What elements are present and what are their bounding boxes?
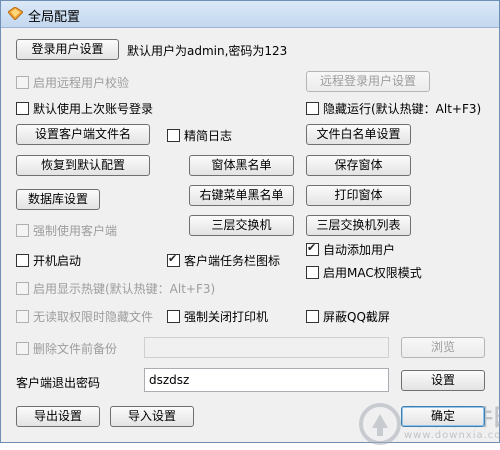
checkbox-label: 启用远程用户校验 bbox=[33, 75, 130, 90]
client-taskbar-icon-checkbox[interactable]: ✔ 客户端任务栏图标 bbox=[167, 252, 280, 268]
client-area: 登录用户设置 默认用户为admin,密码为123 启用远程用户校验 远程登录用户… bbox=[3, 28, 500, 445]
watermark-domain: www.downxia.com bbox=[404, 430, 500, 441]
layer3-switch-button[interactable]: 三层交换机 bbox=[189, 215, 294, 236]
checkbox-box bbox=[16, 309, 29, 323]
checkbox-label: 默认使用上次账号登录 bbox=[33, 101, 154, 116]
checkbox-label: 精简日志 bbox=[184, 128, 233, 143]
checkbox-label: 客户端任务栏图标 bbox=[184, 253, 281, 268]
default-user-info: 默认用户为admin,密码为123 bbox=[127, 44, 288, 58]
simplified-log-checkbox[interactable]: 精简日志 bbox=[167, 127, 232, 143]
check-mark-icon: ✔ bbox=[307, 240, 317, 254]
layer3-switch-list-button[interactable]: 三层交换机列表 bbox=[306, 215, 411, 236]
checkbox-box bbox=[16, 101, 29, 115]
checkbox-label: 隐藏运行(默认热键：Alt+F3) bbox=[323, 101, 482, 116]
settings-button[interactable]: 设置 bbox=[401, 370, 485, 391]
enable-mac-permission-checkbox[interactable]: 启用MAC权限模式 bbox=[306, 264, 422, 280]
checkbox-box bbox=[16, 281, 29, 295]
use-last-account-login-checkbox[interactable]: 默认使用上次账号登录 bbox=[16, 100, 153, 116]
checkbox-label: 开机启动 bbox=[33, 253, 82, 268]
checkbox-label: 屏蔽QQ截屏 bbox=[323, 309, 390, 324]
ok-button[interactable]: 确定 bbox=[401, 406, 485, 427]
export-settings-button[interactable]: 导出设置 bbox=[16, 406, 100, 427]
window-blacklist-button[interactable]: 窗体黑名单 bbox=[189, 155, 294, 176]
checkbox-box bbox=[16, 253, 29, 267]
checkbox-box: ✔ bbox=[167, 251, 180, 267]
force-close-printer-checkbox[interactable]: 强制关闭打印机 bbox=[167, 308, 268, 324]
import-settings-button[interactable]: 导入设置 bbox=[110, 406, 194, 427]
save-window-button[interactable]: 保存窗体 bbox=[306, 155, 411, 176]
window-title: 全局配置 bbox=[28, 10, 81, 25]
checkbox-label: 自动添加用户 bbox=[323, 242, 396, 257]
login-user-settings-button[interactable]: 登录用户设置 bbox=[16, 39, 119, 60]
auto-start-checkbox[interactable]: 开机启动 bbox=[16, 252, 81, 268]
checkbox-box bbox=[167, 128, 180, 142]
checkbox-label: 启用显示热键(默认热键：Alt+F3) bbox=[33, 281, 216, 296]
hide-run-checkbox[interactable]: 隐藏运行(默认热键：Alt+F3) bbox=[306, 100, 481, 116]
auto-add-user-checkbox[interactable]: ✔ 自动添加用户 bbox=[306, 241, 395, 257]
set-client-file-name-button[interactable]: 设置客户端文件名 bbox=[16, 124, 150, 145]
restore-default-config-button[interactable]: 恢复到默认配置 bbox=[16, 155, 150, 176]
checkbox-label: 无读取权限时隐藏文件 bbox=[33, 309, 154, 324]
check-mark-icon: ✔ bbox=[168, 251, 178, 265]
config-window: 全局配置 登录用户设置 默认用户为admin,密码为123 启用远程用户校验 远… bbox=[0, 0, 500, 445]
checkbox-box: ✔ bbox=[306, 240, 319, 256]
checkbox-label: 启用MAC权限模式 bbox=[323, 265, 422, 280]
checkbox-label: 强制使用客户端 bbox=[33, 223, 118, 238]
checkbox-box bbox=[167, 309, 180, 323]
backup-before-delete-checkbox[interactable]: 删除文件前备份 bbox=[16, 340, 117, 356]
checkbox-box bbox=[16, 75, 29, 89]
checkbox-box bbox=[306, 265, 319, 279]
checkbox-box bbox=[306, 309, 319, 323]
enable-show-hotkey-checkbox[interactable]: 启用显示热键(默认热键：Alt+F3) bbox=[16, 280, 215, 296]
enable-remote-user-check-checkbox[interactable]: 启用远程用户校验 bbox=[16, 74, 129, 90]
watermark-logo-icon bbox=[359, 403, 401, 445]
print-window-button[interactable]: 打印窗体 bbox=[306, 185, 411, 206]
checkbox-label: 删除文件前备份 bbox=[33, 341, 118, 356]
database-settings-button[interactable]: 数据库设置 bbox=[16, 189, 100, 210]
browse-button[interactable]: 浏览 bbox=[401, 337, 485, 358]
block-qq-screenshot-checkbox[interactable]: 屏蔽QQ截屏 bbox=[306, 308, 390, 324]
checkbox-box bbox=[16, 223, 29, 237]
exit-password-label: 客户端退出密码 bbox=[16, 376, 101, 390]
file-whitelist-settings-button[interactable]: 文件白名单设置 bbox=[306, 124, 411, 145]
context-menu-blacklist-button[interactable]: 右键菜单黑名单 bbox=[189, 185, 294, 206]
backup-path-input[interactable] bbox=[144, 337, 389, 358]
hide-file-no-permission-checkbox[interactable]: 无读取权限时隐藏文件 bbox=[16, 308, 153, 324]
checkbox-box bbox=[16, 341, 29, 355]
app-icon bbox=[8, 7, 23, 20]
exit-password-input[interactable]: dszdsz bbox=[144, 368, 389, 392]
checkbox-label: 强制关闭打印机 bbox=[184, 309, 269, 324]
checkbox-box bbox=[306, 101, 319, 115]
title-bar[interactable]: 全局配置 bbox=[1, 1, 499, 28]
remote-login-user-settings-button[interactable]: 远程登录用户设置 bbox=[306, 71, 430, 92]
force-client-checkbox[interactable]: 强制使用客户端 bbox=[16, 222, 117, 238]
